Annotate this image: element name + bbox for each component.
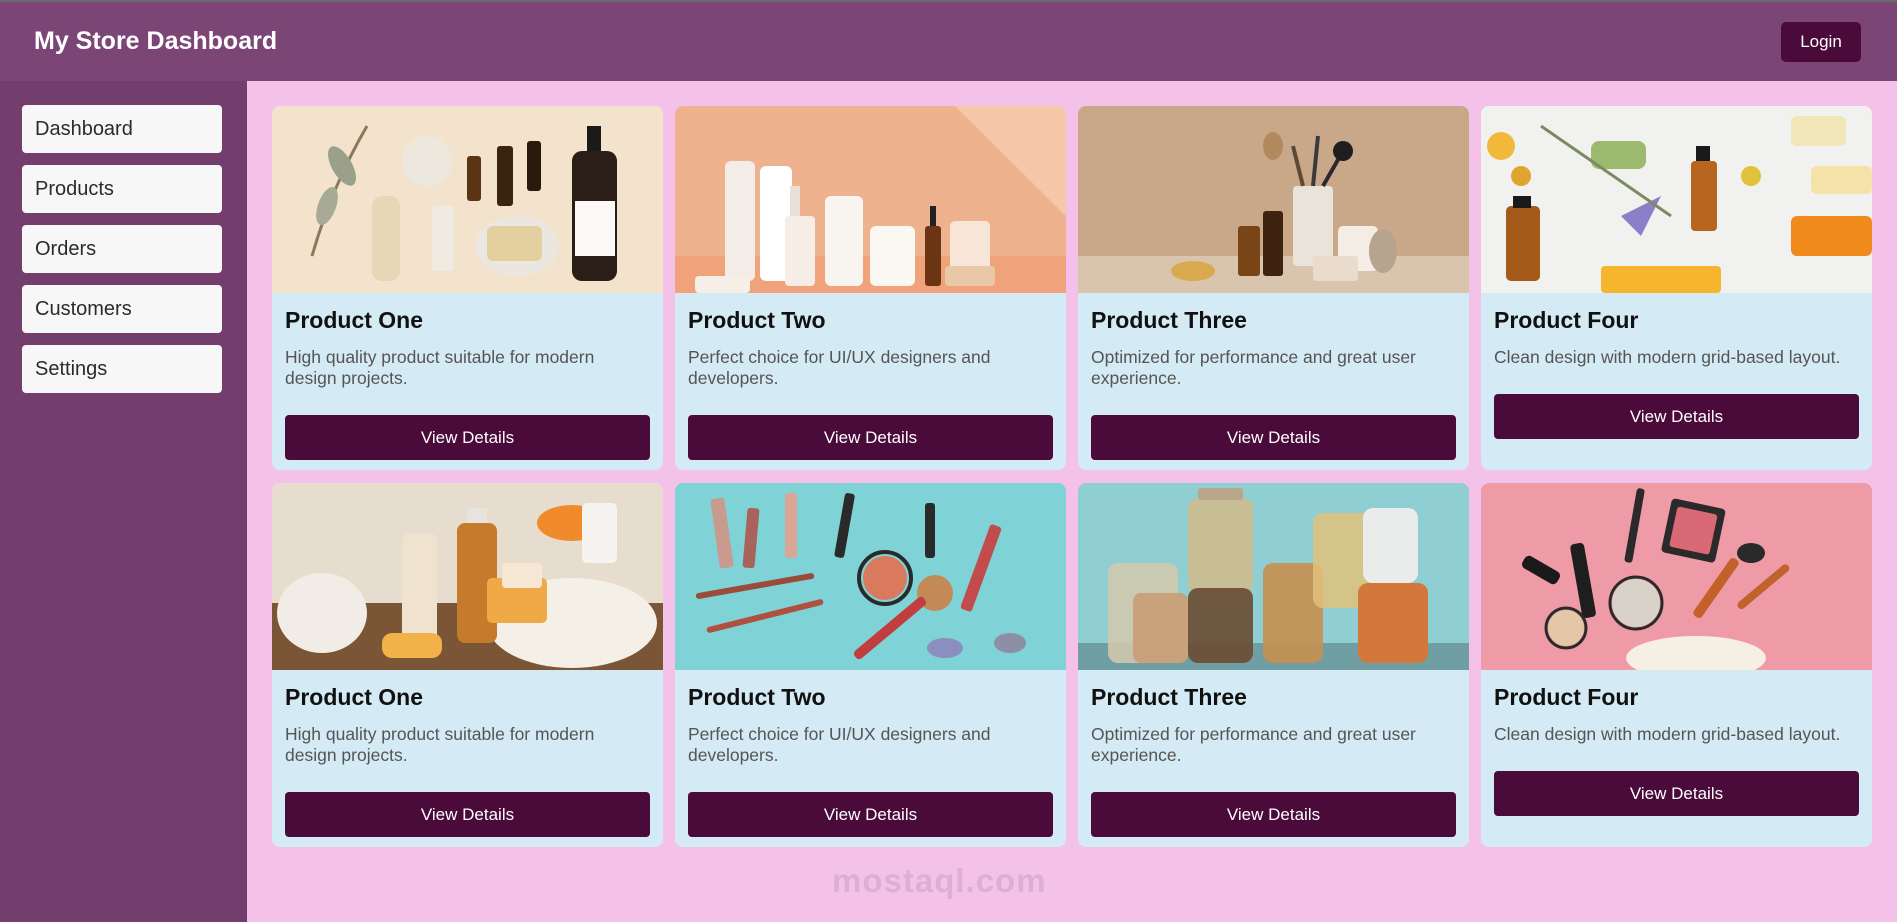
view-details-button[interactable]: View Details — [688, 415, 1053, 460]
view-details-button[interactable]: View Details — [1091, 792, 1456, 837]
view-details-button[interactable]: View Details — [1091, 415, 1456, 460]
view-details-button[interactable]: View Details — [1494, 394, 1859, 439]
product-description: Perfect choice for UI/UX designers and d… — [688, 347, 991, 388]
product-card: Product One High quality product suitabl… — [272, 483, 663, 847]
product-description: Perfect choice for UI/UX designers and d… — [688, 724, 991, 765]
product-image — [1481, 483, 1872, 670]
product-card: Product Two Perfect choice for UI/UX des… — [675, 106, 1066, 470]
product-image — [675, 483, 1066, 670]
product-description: High quality product suitable for modern… — [285, 724, 595, 765]
product-description: Clean design with modern grid-based layo… — [1494, 724, 1841, 744]
sidebar-item-customers[interactable]: Customers — [22, 285, 222, 333]
product-image — [675, 106, 1066, 293]
product-title: Product Three — [1091, 307, 1247, 333]
sidebar-item-dashboard[interactable]: Dashboard — [22, 105, 222, 153]
product-image — [1481, 106, 1872, 293]
product-grid: Product One High quality product suitabl… — [272, 106, 1872, 847]
sidebar-item-orders[interactable]: Orders — [22, 225, 222, 273]
product-title: Product Four — [1494, 684, 1639, 710]
watermark: mostaql.com — [832, 862, 1047, 899]
view-details-button[interactable]: View Details — [688, 792, 1053, 837]
product-card: Product One High quality product suitabl… — [272, 106, 663, 470]
product-card: Product Three Optimized for performance … — [1078, 106, 1469, 470]
product-title: Product Four — [1494, 307, 1639, 333]
product-title: Product Two — [688, 307, 826, 333]
product-image — [272, 483, 663, 670]
product-image — [1078, 106, 1469, 293]
sidebar-item-settings[interactable]: Settings — [22, 345, 222, 393]
view-details-button[interactable]: View Details — [285, 792, 650, 837]
sidebar: Dashboard Products Orders Customers Sett… — [0, 81, 247, 922]
product-card: Product Three Optimized for performance … — [1078, 483, 1469, 847]
product-card: Product Four Clean design with modern gr… — [1481, 483, 1872, 847]
view-details-button[interactable]: View Details — [285, 415, 650, 460]
product-card: Product Two Perfect choice for UI/UX des… — [675, 483, 1066, 847]
product-title: Product One — [285, 307, 424, 333]
login-button[interactable]: Login — [1781, 21, 1861, 62]
product-title: Product One — [285, 684, 424, 710]
product-image — [1078, 483, 1469, 670]
view-details-button[interactable]: View Details — [1494, 771, 1859, 816]
app-title: My Store Dashboard — [34, 27, 278, 55]
product-description: High quality product suitable for modern… — [285, 347, 595, 388]
product-title: Product Two — [688, 684, 826, 710]
product-description: Clean design with modern grid-based layo… — [1494, 347, 1841, 367]
product-description: Optimized for performance and great user… — [1091, 724, 1416, 765]
top-navbar: My Store Dashboard Login — [0, 0, 1897, 81]
sidebar-item-products[interactable]: Products — [22, 165, 222, 213]
product-description: Optimized for performance and great user… — [1091, 347, 1416, 388]
product-card: Product Four Clean design with modern gr… — [1481, 106, 1872, 470]
product-title: Product Three — [1091, 684, 1247, 710]
product-image — [272, 106, 663, 293]
